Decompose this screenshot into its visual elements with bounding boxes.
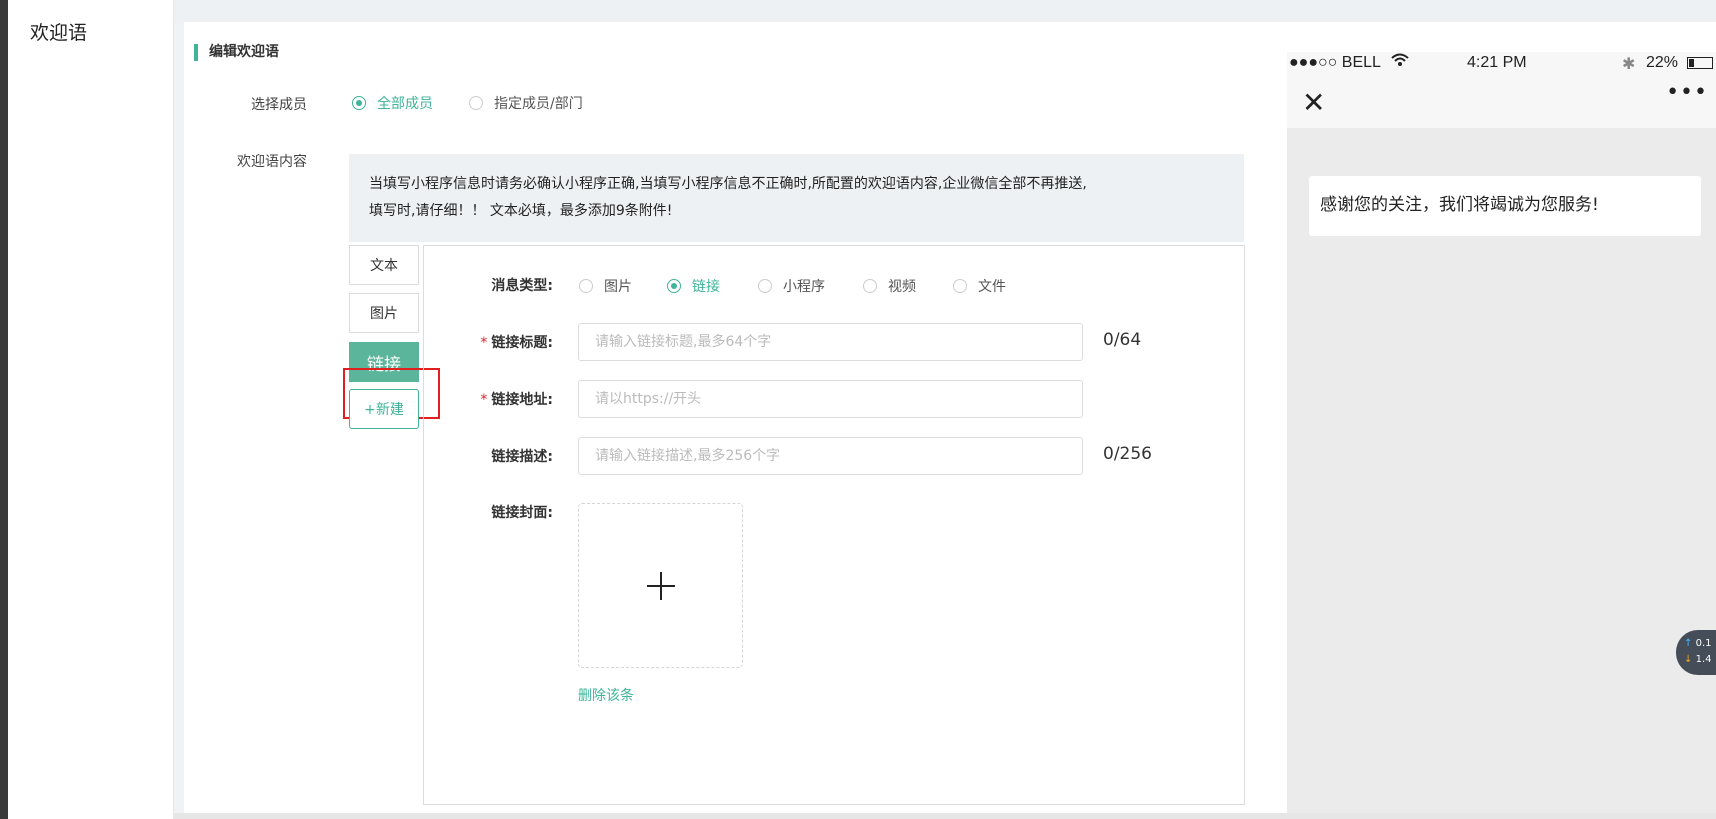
radio-label: 指定成员/部门 (494, 96, 583, 112)
content-label: 欢迎语内容 (237, 154, 307, 170)
bluetooth-icon: ✱ (1622, 56, 1636, 73)
plus-icon-vertical (660, 572, 662, 600)
radio-type-miniprogram[interactable]: 小程序 (758, 276, 825, 296)
notice-box: 当填写小程序信息时请务必确认小程序正确,当填写小程序信息不正确时,所配置的欢迎语… (349, 154, 1244, 242)
battery-percent: 22% (1646, 54, 1679, 71)
section-title: 编辑欢迎语 (194, 44, 279, 61)
radio-type-video[interactable]: 视频 (863, 276, 916, 296)
close-icon[interactable]: ✕ (1302, 86, 1325, 119)
radio-dot (469, 96, 483, 110)
download-speed: ↓ 1.4 (1684, 654, 1712, 665)
required-mark: * (480, 335, 488, 351)
link-title-label-text: 链接标题: (491, 335, 553, 351)
radio-dot (579, 279, 593, 293)
phone-statusbar: ●●●○○ BELL 4:21 PM ✱ 22% (1287, 52, 1716, 76)
radio-dot (758, 279, 772, 293)
notice-line-1: 当填写小程序信息时请务必确认小程序正确,当填写小程序信息不正确时,所配置的欢迎语… (369, 176, 1087, 192)
radio-dot (352, 96, 366, 110)
radio-specific-members[interactable]: 指定成员/部门 (469, 93, 583, 113)
carrier-signal: ●●●○○ BELL (1289, 54, 1381, 71)
link-title-counter: 0/64 (1103, 330, 1142, 350)
radio-label: 全部成员 (377, 96, 433, 112)
radio-type-link[interactable]: 链接 (667, 276, 720, 296)
bottom-strip (174, 813, 1716, 819)
top-strip (174, 0, 1716, 22)
required-mark: * (480, 392, 488, 408)
more-icon[interactable]: ••• (1666, 80, 1708, 105)
sidebar-title[interactable]: 欢迎语 (30, 18, 87, 45)
radio-all-members[interactable]: 全部成员 (352, 93, 433, 113)
radio-type-file[interactable]: 文件 (953, 276, 1006, 296)
link-desc-counter: 0/256 (1103, 444, 1152, 464)
radio-label: 小程序 (783, 279, 825, 295)
wifi-icon (1391, 52, 1409, 73)
upload-speed: ↑ 0.1 (1684, 638, 1712, 649)
download-speed-value: 1.4 (1695, 654, 1712, 665)
network-speed-widget[interactable]: ↑ 0.1 ↓ 1.4 (1676, 630, 1716, 675)
link-url-input[interactable]: 请以https://开头 (578, 380, 1083, 418)
battery-icon (1687, 57, 1713, 69)
notice-line-2: 填写时,请仔细！！ 文本必填，最多添加9条附件! (369, 203, 673, 219)
tab-image[interactable]: 图片 (349, 293, 419, 333)
link-url-label-text: 链接地址: (491, 392, 553, 408)
link-editor: 消息类型: 图片 链接 小程序 视频 文件 * 链接标题: 请输入链接标题,最多6… (423, 245, 1245, 805)
member-select-label: 选择成员 (251, 97, 307, 113)
radio-label: 文件 (978, 279, 1006, 295)
window-left-edge (0, 0, 8, 819)
link-url-label: * 链接地址: (458, 389, 553, 409)
radio-dot (667, 279, 681, 293)
radio-dot (863, 279, 877, 293)
message-bubble: 感谢您的关注，我们将竭诚为您服务! (1309, 176, 1701, 236)
phone-navbar: ✕ ••• (1287, 76, 1716, 128)
delete-item-link[interactable]: 删除该条 (578, 685, 634, 705)
status-time: 4:21 PM (1467, 54, 1527, 71)
tab-text[interactable]: 文本 (349, 245, 419, 285)
add-new-button[interactable]: +新建 (349, 389, 419, 429)
link-title-label: * 链接标题: (458, 332, 553, 352)
radio-label: 图片 (604, 279, 632, 295)
link-desc-input[interactable]: 请输入链接描述,最多256个字 (578, 437, 1083, 475)
radio-dot (953, 279, 967, 293)
link-desc-label: 链接描述: (491, 449, 553, 465)
phone-preview: ●●●○○ BELL 4:21 PM ✱ 22% ✕ ••• 感谢您的关注，我们… (1287, 52, 1716, 819)
cover-upload[interactable] (578, 503, 743, 668)
link-title-input[interactable]: 请输入链接标题,最多64个字 (578, 323, 1083, 361)
radio-label: 链接 (692, 279, 720, 295)
radio-type-image[interactable]: 图片 (579, 276, 632, 296)
message-type-label: 消息类型: (491, 278, 553, 294)
radio-label: 视频 (888, 279, 916, 295)
upload-speed-value: 0.1 (1695, 638, 1712, 649)
link-cover-label: 链接封面: (491, 505, 553, 521)
sidebar: 欢迎语 (8, 0, 174, 819)
